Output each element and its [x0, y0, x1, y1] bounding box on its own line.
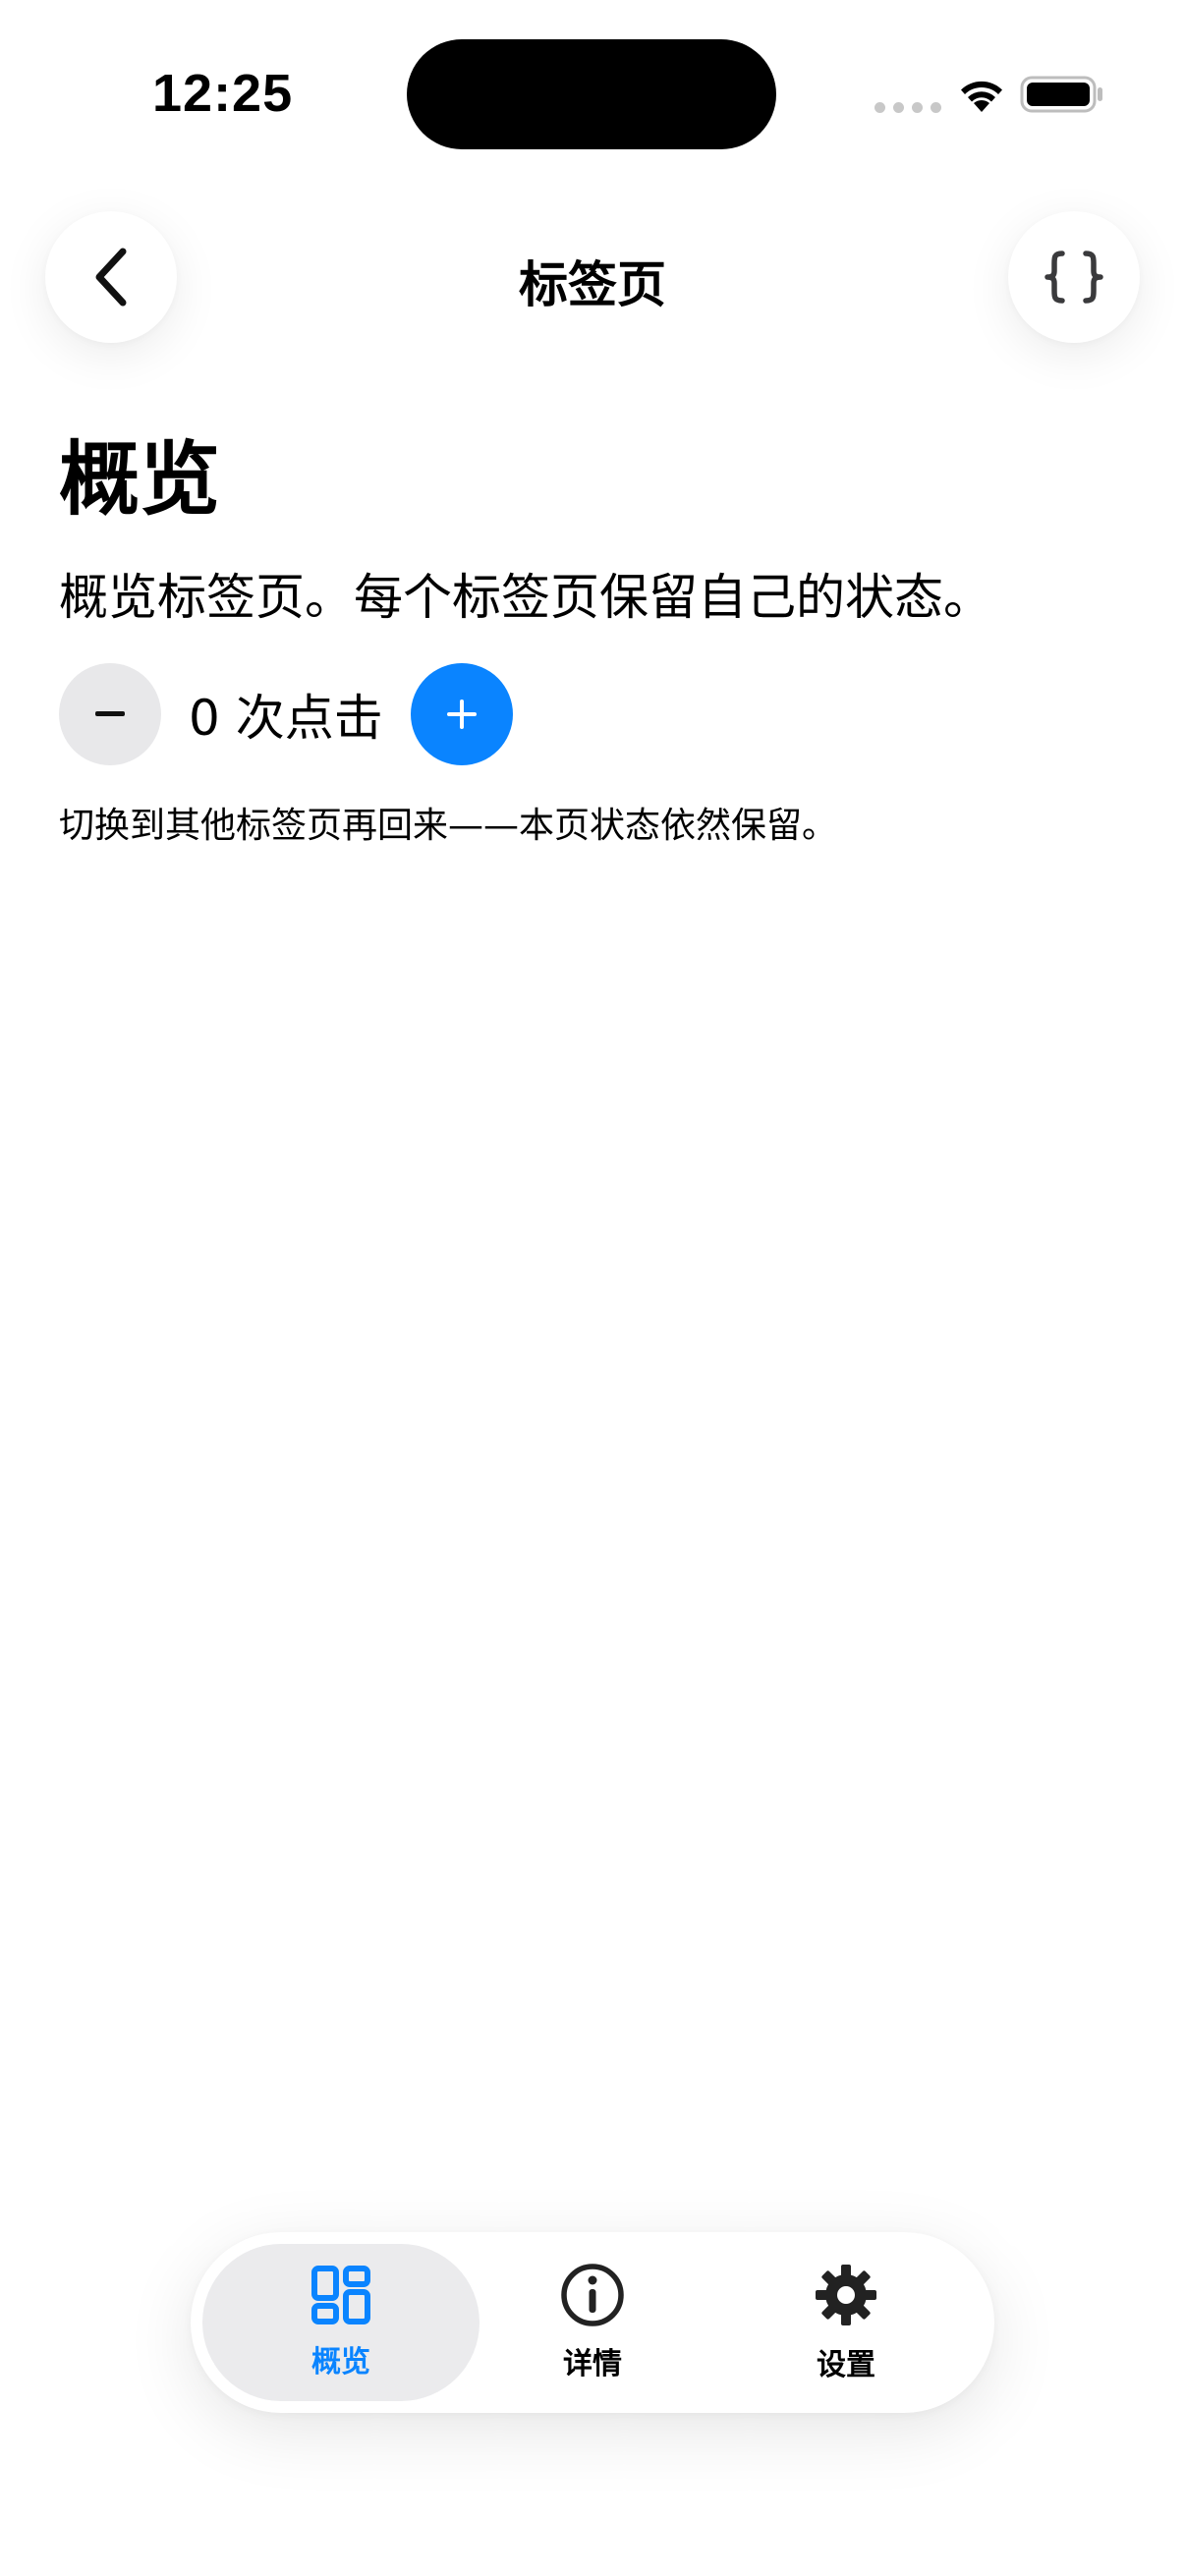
- page-description: 概览标签页。每个标签页保留自己的状态。: [59, 569, 992, 626]
- tab-details-label: 详情: [563, 2347, 622, 2381]
- page-heading: 概览: [59, 433, 221, 527]
- status-time: 12:25: [152, 64, 294, 123]
- tab-details[interactable]: 详情: [454, 2244, 731, 2401]
- status-indicators: [812, 0, 1185, 147]
- battery-icon: [1020, 76, 1102, 113]
- increment-button[interactable]: [410, 663, 513, 765]
- screen: 12:25 标签页 概览 概览标签页。每个标签页保留自己的状态。 0 次点击 切…: [0, 0, 1185, 2576]
- plus-icon: [446, 700, 477, 729]
- curly-braces-icon: [1044, 251, 1103, 304]
- click-count: 0 次点击: [189, 690, 383, 747]
- nav-title: 标签页: [519, 256, 666, 313]
- wifi-icon: [961, 81, 1002, 112]
- counter-row: 0 次点击: [59, 663, 513, 765]
- minus-icon: [95, 711, 125, 716]
- gear-icon: [816, 2265, 876, 2325]
- grid-icon: [311, 2266, 370, 2324]
- tab-overview-label: 概览: [311, 2345, 370, 2380]
- hint-text: 切换到其他标签页再回来——本页状态依然保留。: [59, 806, 838, 846]
- code-button[interactable]: [1008, 211, 1140, 343]
- decrement-button[interactable]: [59, 663, 161, 765]
- tab-bar: 概览 详情 设置: [191, 2232, 994, 2413]
- tab-settings-label: 设置: [817, 2348, 875, 2382]
- tab-settings[interactable]: 设置: [707, 2244, 985, 2401]
- cellular-signal-icon: [875, 102, 941, 113]
- dynamic-island: [407, 39, 776, 149]
- info-icon: [561, 2264, 624, 2326]
- tab-overview[interactable]: 概览: [202, 2244, 480, 2401]
